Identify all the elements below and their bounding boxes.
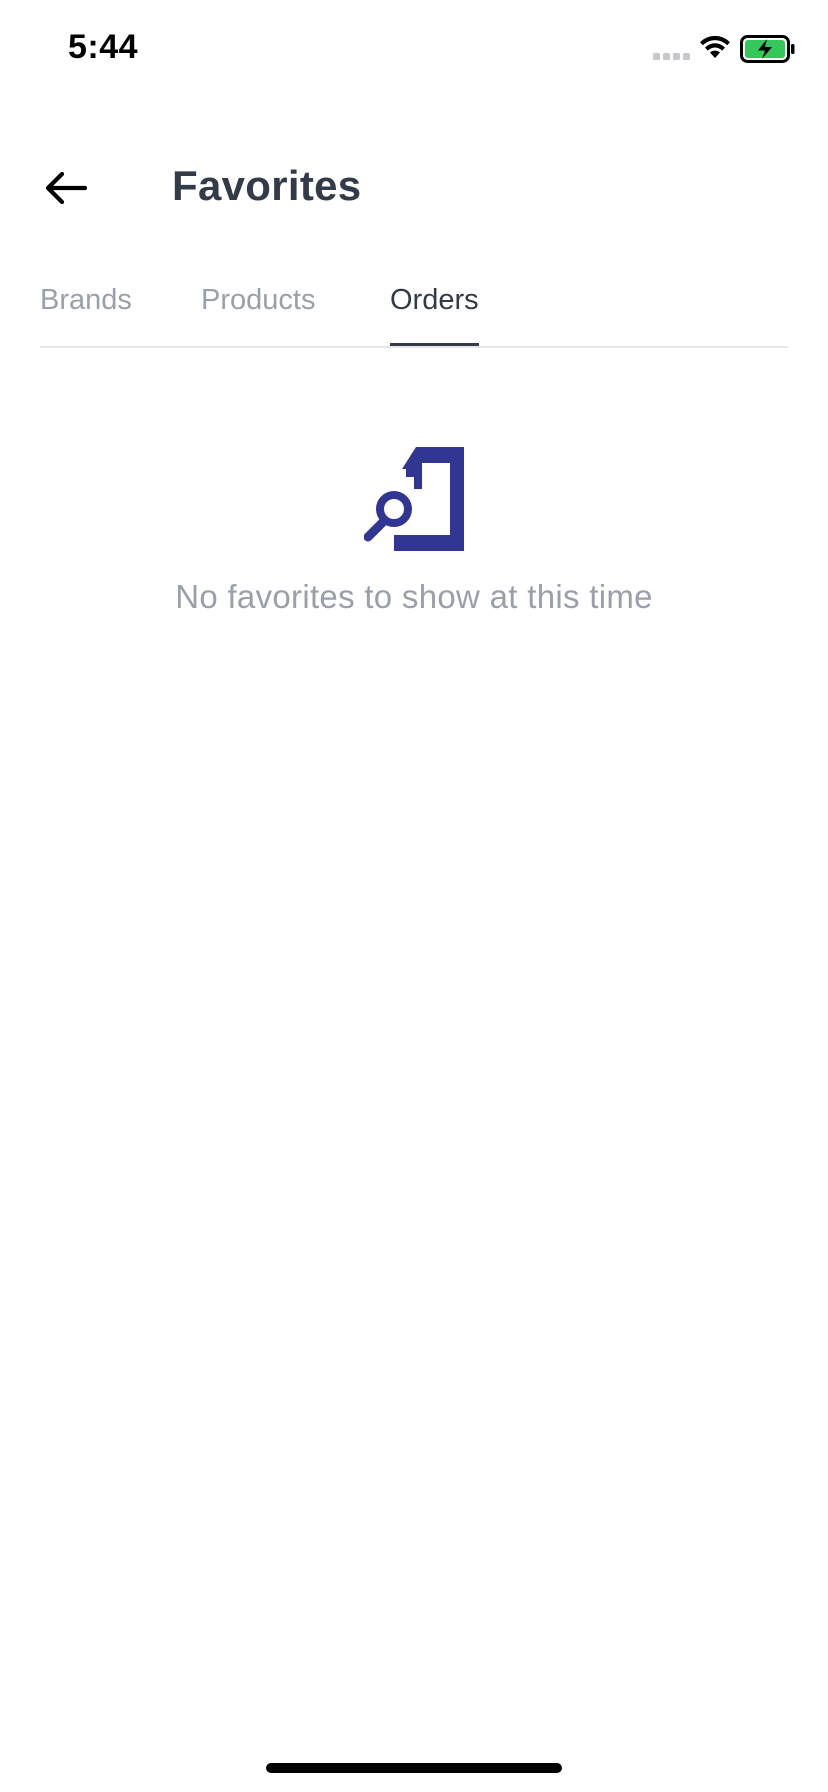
tab-bar: Brands Products Orders	[40, 280, 788, 348]
tab-brands[interactable]: Brands	[40, 280, 132, 346]
tab-orders[interactable]: Orders	[390, 280, 479, 346]
wifi-icon	[700, 35, 730, 58]
status-time: 5:44	[68, 28, 139, 66]
status-bar: 5:44	[0, 0, 828, 100]
home-indicator	[266, 1763, 562, 1773]
tab-products[interactable]: Products	[201, 280, 315, 346]
arrow-left-icon	[45, 172, 87, 204]
empty-state-message: No favorites to show at this time	[175, 578, 653, 615]
document-search-icon	[364, 447, 464, 551]
cellular-signal-icon	[653, 53, 690, 60]
back-button[interactable]	[36, 160, 96, 216]
battery-charging-icon	[740, 35, 795, 63]
page-title: Favorites	[172, 162, 362, 209]
